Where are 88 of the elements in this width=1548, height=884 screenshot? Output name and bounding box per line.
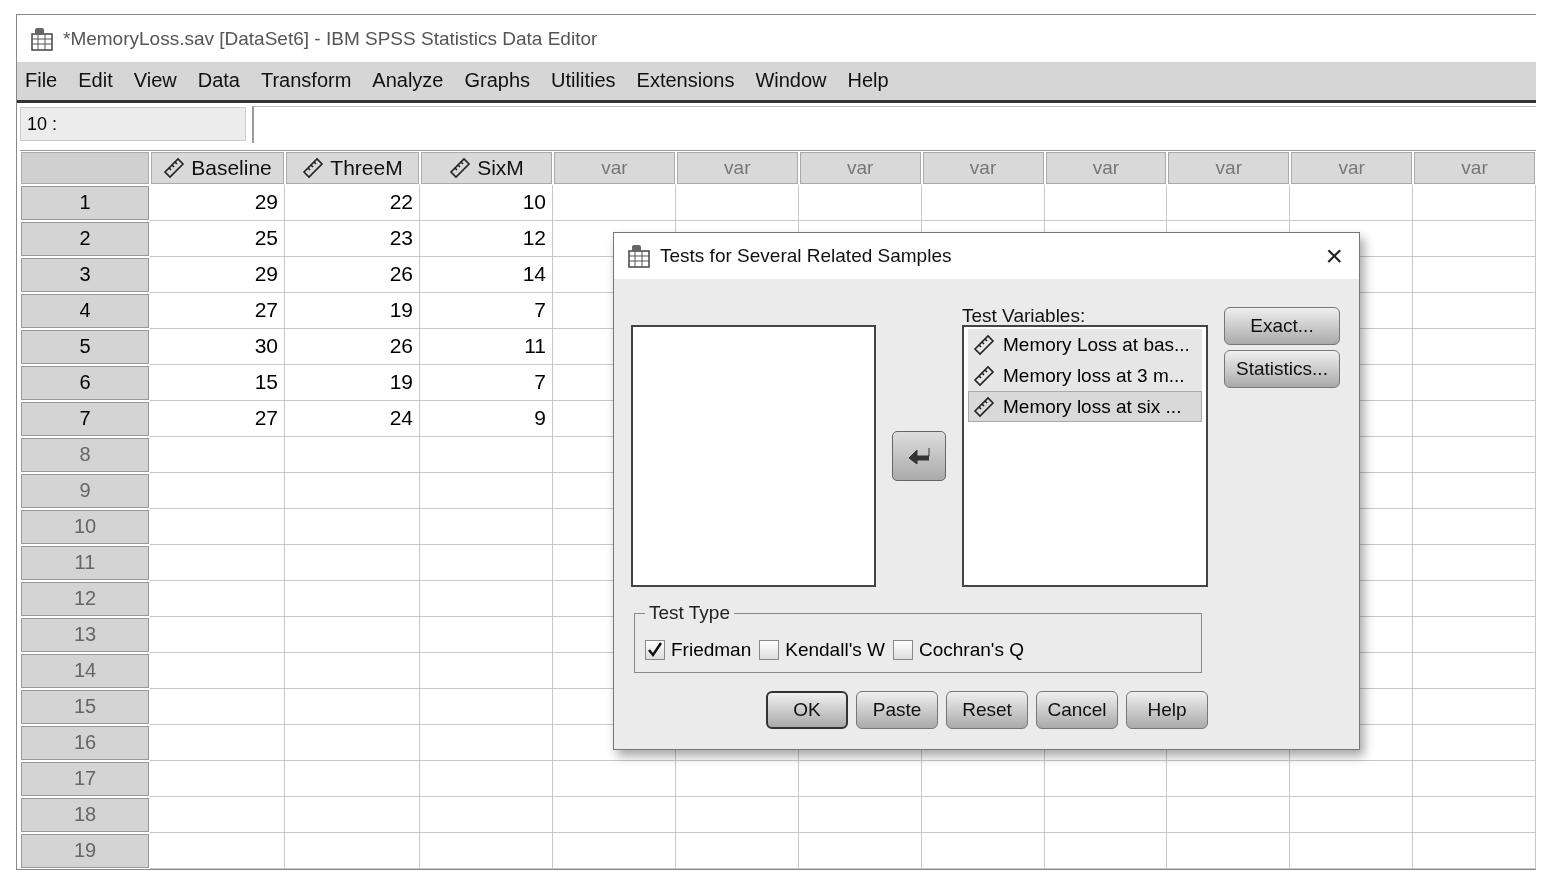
checkbox[interactable] [645,640,665,660]
close-button[interactable]: × [1321,241,1347,271]
row-header[interactable]: 17 [20,761,150,797]
checkbox-label[interactable]: Kendall's W [785,639,885,661]
menu-item[interactable]: Data [193,69,256,93]
table-cell: 26 [285,329,420,365]
menu-item[interactable]: Help [843,69,905,93]
row-header[interactable]: 3 [20,257,150,293]
row-header[interactable]: 10 [20,509,150,545]
dialog-icon [626,243,652,269]
ruler-icon [302,157,325,179]
row-header[interactable]: 9 [20,473,150,509]
menu-item[interactable]: Transform [256,69,368,93]
menu-item[interactable]: Analyze [368,69,460,93]
dialog-button[interactable]: Reset [946,691,1028,729]
checkbox-label[interactable]: Cochran's Q [919,639,1024,661]
dialog-button[interactable]: Paste [856,691,938,729]
ruler-icon [973,333,995,356]
table-cell: 12 [420,221,553,257]
checkbox[interactable] [893,640,913,660]
column-header[interactable]: ThreeM [285,151,420,185]
test-variables-list[interactable]: Memory Loss at bas... Memory loss at 3 m... Memory loss at six ... [962,325,1208,587]
dialog-title: Tests for Several Related Samples [660,245,953,267]
ruler-icon [973,364,995,387]
table-cell: 22 [285,185,420,221]
move-button[interactable] [892,431,946,481]
table-cell: 26 [285,257,420,293]
table-cell: 27 [150,401,285,437]
column-header[interactable]: SixM [420,151,553,185]
table-cell: 30 [150,329,285,365]
row-header[interactable]: 19 [20,833,150,869]
list-item[interactable]: Memory Loss at bas... [968,329,1202,360]
app-icon [29,25,55,52]
window-title: *MemoryLoss.sav [DataSet6] - IBM SPSS Statistics Data Editor [63,27,598,50]
menu-item[interactable]: Extensions [632,69,751,93]
menu-item[interactable]: View [129,69,193,93]
column-header[interactable]: Baseline [150,151,285,185]
menu-item[interactable]: Graphs [460,69,547,93]
row-header[interactable]: 11 [20,545,150,581]
table-cell: 19 [285,365,420,401]
row-header[interactable]: 1 [20,185,150,221]
list-label: Test Variables: [962,307,1087,325]
table-cell: 15 [150,365,285,401]
table-cell: 24 [285,401,420,437]
checkbox[interactable] [759,640,780,660]
table-cell: 7 [420,365,553,401]
table-cell: 19 [285,293,420,329]
table-cell: 14 [420,257,553,293]
ruler-icon [973,395,995,418]
row-header[interactable]: 14 [20,653,150,689]
dialog-button[interactable]: OK [766,691,848,729]
table-cell: 7 [420,293,553,329]
table-cell: 10 [420,185,553,221]
row-header[interactable]: 2 [20,221,150,257]
row-header[interactable]: 13 [20,617,150,653]
menu-item[interactable]: Edit [74,69,129,93]
row-header[interactable]: 15 [20,689,150,725]
corner-cell[interactable] [20,151,150,185]
table-cell: 27 [150,293,285,329]
list-item[interactable]: Memory loss at six ... [968,391,1202,422]
row-header[interactable]: 18 [20,797,150,833]
table-cell: 29 [150,257,285,293]
table-cell: 25 [150,221,285,257]
table-cell: 23 [285,221,420,257]
menu-item[interactable]: Utilities [547,69,632,93]
checkbox-label[interactable]: Friedman [671,639,752,661]
arrow-icon [907,446,931,466]
row-header[interactable]: 7 [20,401,150,437]
row-header[interactable]: 8 [20,437,150,473]
ruler-icon [449,157,472,179]
source-variable-list[interactable] [631,325,876,587]
list-item[interactable]: Memory loss at 3 m... [968,360,1202,391]
dialog-button[interactable]: Cancel [1036,691,1118,729]
row-header[interactable]: 16 [20,725,150,761]
table-cell: 29 [150,185,285,221]
table-cell: 11 [420,329,553,365]
row-header[interactable]: 4 [20,293,150,329]
dialog-button[interactable]: Exact... [1224,307,1340,345]
menu-item[interactable]: Window [751,69,843,93]
menu-item[interactable]: File [21,69,74,93]
dialog-button[interactable]: Statistics... [1224,350,1340,388]
ruler-icon [163,157,186,179]
row-header[interactable]: 5 [20,329,150,365]
table-cell: 9 [420,401,553,437]
row-header[interactable]: 6 [20,365,150,401]
row-header[interactable]: 12 [20,581,150,617]
dialog-button[interactable]: Help [1126,691,1208,729]
cell-reference: 10 : [20,107,246,142]
